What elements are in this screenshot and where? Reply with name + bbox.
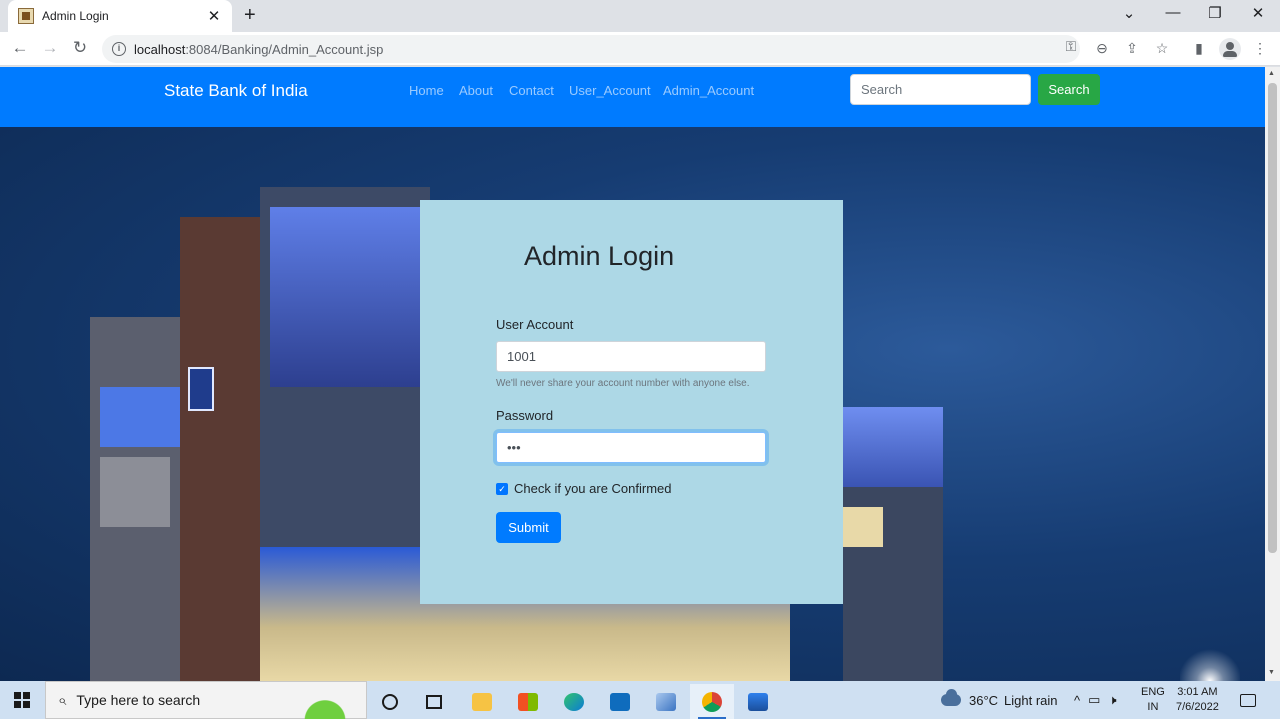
back-icon[interactable]: ← <box>10 38 30 58</box>
url-text: localhost:8084/Banking/Admin_Account.jsp <box>134 41 384 57</box>
navbar-search-button[interactable]: Search <box>1038 74 1100 105</box>
account-input[interactable] <box>496 341 766 372</box>
close-tab-icon[interactable]: ✕ <box>206 7 222 25</box>
menu-kebab-icon[interactable]: ⋮ <box>1251 40 1269 57</box>
photos-icon[interactable] <box>736 684 780 719</box>
side-panel-icon[interactable]: ▮ <box>1190 40 1208 57</box>
nav-link-home[interactable]: Home <box>409 83 444 98</box>
profile-avatar-icon[interactable] <box>1219 38 1241 60</box>
notifications-icon[interactable] <box>1240 681 1256 719</box>
tab-search-icon[interactable]: ⌄ <box>1119 4 1139 22</box>
building-lit-window <box>843 507 883 547</box>
street-light-glow <box>1180 647 1240 681</box>
new-tab-button[interactable]: + <box>244 4 256 27</box>
submit-button[interactable]: Submit <box>496 512 561 543</box>
language-code: ENG <box>1141 686 1165 698</box>
confirm-checkbox[interactable]: ✓ <box>496 482 508 495</box>
password-key-icon[interactable]: ⚿ <box>1062 38 1080 55</box>
windows-taskbar: ⌕ Type here to search 36°C Light rain ^ … <box>0 681 1280 719</box>
region-code: IN <box>1147 701 1159 713</box>
window-close-button[interactable]: ✕ <box>1248 4 1268 22</box>
network-icon[interactable]: ▭ <box>1088 692 1100 708</box>
address-bar[interactable]: i localhost:8084/Banking/Admin_Account.j… <box>102 35 1080 63</box>
file-explorer-icon[interactable] <box>460 684 504 719</box>
scroll-down-icon[interactable]: ▼ <box>1268 669 1275 676</box>
account-label: User Account <box>496 317 574 332</box>
3d-viewer-icon[interactable] <box>644 684 688 719</box>
windows-start-icon[interactable] <box>14 692 30 708</box>
password-input[interactable] <box>496 432 766 463</box>
tab-title: Admin Login <box>42 9 109 23</box>
clock[interactable]: 3:01 AM 7/6/2022 <box>1176 681 1219 719</box>
building-glow-right <box>843 407 943 487</box>
building-glow-balcony <box>100 387 180 447</box>
tray-icons: ^ ▭ 🕨 <box>1074 681 1117 719</box>
mail-icon[interactable] <box>598 684 642 719</box>
cortana-icon[interactable] <box>368 684 412 719</box>
nav-link-admin-account[interactable]: Admin_Account <box>663 83 754 98</box>
show-hidden-icons-chevron-icon[interactable]: ^ <box>1074 693 1080 708</box>
clock-date: 7/6/2022 <box>1176 701 1219 713</box>
navbar-search-input[interactable] <box>850 74 1031 105</box>
restore-button[interactable]: ❐ <box>1205 4 1225 22</box>
search-highlight-art <box>290 686 360 719</box>
page-scrollbar[interactable]: ▲ ▼ <box>1265 67 1280 681</box>
nav-link-user-account[interactable]: User_Account <box>569 83 651 98</box>
confirm-label[interactable]: Check if you are Confirmed <box>514 481 672 496</box>
browser-tab[interactable]: Admin Login ✕ <box>8 0 232 32</box>
favicon-icon <box>18 8 34 24</box>
share-icon[interactable]: ⇪ <box>1123 40 1141 57</box>
nav-link-about[interactable]: About <box>459 83 493 98</box>
scroll-thumb[interactable] <box>1268 83 1277 553</box>
edge-icon[interactable] <box>552 684 596 719</box>
taskbar-search-placeholder: Type here to search <box>76 692 201 708</box>
page-viewport: State Bank of India Home About Contact U… <box>0 67 1265 681</box>
scroll-up-icon[interactable]: ▲ <box>1268 70 1275 77</box>
password-label: Password <box>496 408 554 423</box>
reload-icon[interactable]: ↻ <box>70 38 90 58</box>
search-icon: ⌕ <box>58 691 67 709</box>
weather-cloud-icon <box>941 689 961 706</box>
weather-temp: 36°C <box>969 692 999 708</box>
clock-time: 3:01 AM <box>1177 686 1218 698</box>
confirm-checkbox-row[interactable]: ✓ Check if you are Confirmed <box>496 481 672 496</box>
account-help-text: We'll never share your account number wi… <box>496 378 750 389</box>
store-icon[interactable] <box>506 684 550 719</box>
tab-strip: Admin Login ✕ + ⌄ — ❐ ✕ <box>0 0 1280 32</box>
chrome-icon[interactable] <box>690 684 734 719</box>
building-glow-windows <box>270 207 420 387</box>
zoom-icon[interactable]: ⊖ <box>1093 40 1111 57</box>
taskbar-search-box[interactable]: ⌕ Type here to search <box>45 681 367 719</box>
language-indicator[interactable]: ENG IN <box>1141 681 1165 719</box>
building-window-block <box>100 457 170 527</box>
weather-desc: Light rain <box>1004 692 1058 708</box>
login-title: Admin Login <box>524 241 675 271</box>
nav-link-contact[interactable]: Contact <box>509 83 554 98</box>
browser-toolbar: ← → ↻ i localhost:8084/Banking/Admin_Acc… <box>0 32 1280 66</box>
weather-widget[interactable]: 36°C Light rain <box>941 681 1058 719</box>
task-view-icon[interactable] <box>412 684 456 719</box>
site-navbar: State Bank of India Home About Contact U… <box>0 67 1265 127</box>
volume-muted-icon[interactable]: 🕨 <box>1108 692 1116 708</box>
building-logo-sign <box>188 367 214 411</box>
login-card: Admin Login User Account We'll never sha… <box>420 200 843 604</box>
minimize-button[interactable]: — <box>1163 4 1183 21</box>
building-tower <box>180 217 270 681</box>
site-info-icon[interactable]: i <box>112 42 126 56</box>
bookmark-star-icon[interactable]: ☆ <box>1153 40 1171 57</box>
brand-link[interactable]: State Bank of India <box>164 81 308 101</box>
forward-icon[interactable]: → <box>40 38 60 58</box>
